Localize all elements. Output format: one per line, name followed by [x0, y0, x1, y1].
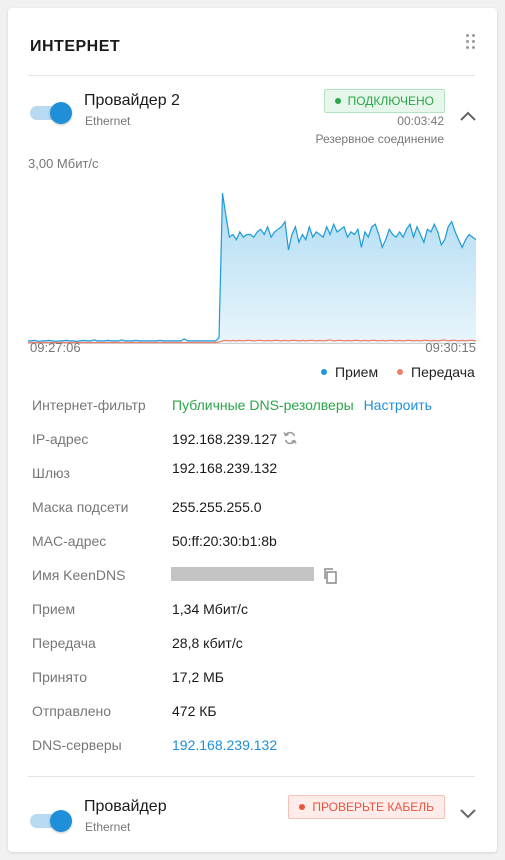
gateway-value: 192.168.239.132 [172, 460, 278, 476]
filter-value: Публичные DNS-резолверы Настроить [172, 397, 432, 413]
legend-tx: Передача [397, 364, 475, 380]
traffic-chart [28, 193, 476, 344]
rx-rate-value: 1,34 Мбит/с [172, 601, 248, 617]
tx-rate-value: 28,8 кбит/с [172, 635, 243, 651]
toggle-knob [50, 102, 72, 124]
legend-tx-dot [397, 369, 403, 375]
keendns-redacted-value [171, 567, 314, 581]
tx-rate-label: Передача [32, 635, 96, 651]
dns-label: DNS-серверы [32, 737, 122, 753]
mac-label: MAC-адрес [32, 533, 107, 549]
status-badge: ПОДКЛЮЧЕНО [323, 89, 445, 113]
connection-role: Резервное соединение [315, 132, 444, 146]
refresh-icon[interactable] [282, 430, 298, 446]
mask-value: 255.255.255.0 [172, 499, 262, 515]
mask-label: Маска подсети [32, 499, 129, 515]
internet-card: ИНТЕРНЕТ Провайдер 2 Ethernet ПОДКЛЮЧЕНО… [8, 8, 497, 852]
legend-rx: Прием [321, 364, 378, 380]
provider-name: Провайдер 2 [84, 92, 180, 109]
status-text: ПОДКЛЮЧЕНО [347, 94, 434, 108]
rx-rate-label: Прием [32, 601, 76, 617]
copy-icon[interactable] [322, 567, 339, 584]
ip-label: IP-адрес [32, 431, 89, 447]
filter-value-link[interactable]: Публичные DNS-резолверы [172, 397, 354, 413]
provider2-name: Провайдер [84, 798, 167, 815]
legend-rx-label: Прием [335, 364, 379, 380]
provider-toggle[interactable] [30, 102, 72, 124]
series-area-0 [28, 193, 476, 343]
chart-y-max-label: 3,00 Мбит/с [28, 156, 99, 171]
mac-value: 50:ff:20:30:b1:8b [172, 533, 277, 549]
tx-total-value: 472 КБ [172, 703, 217, 719]
ip-value: 192.168.239.127 [172, 431, 278, 447]
status-dot [334, 98, 341, 104]
status-text: ПРОВЕРЬТЕ КАБЕЛЬ [312, 800, 434, 814]
rx-total-label: Принято [32, 669, 88, 685]
provider2-type: Ethernet [85, 820, 131, 834]
status-dot [299, 804, 306, 810]
dns-value-link[interactable]: 192.168.239.132 [172, 737, 277, 753]
filter-label: Интернет-фильтр [32, 397, 146, 413]
drag-handle-icon[interactable] [466, 34, 478, 52]
provider-type: Ethernet [85, 114, 131, 128]
chart-x-end-label: 09:30:15 [425, 340, 476, 355]
legend-tx-label: Передача [411, 364, 475, 380]
tx-total-label: Отправлено [32, 703, 112, 719]
legend-rx-dot [321, 369, 327, 375]
gateway-label: Шлюз [32, 465, 70, 481]
toggle-knob [50, 810, 72, 832]
chart-x-start-label: 09:27:06 [30, 340, 81, 355]
divider [28, 75, 475, 76]
keendns-label: Имя KeenDNS [32, 567, 126, 583]
uptime: 00:03:42 [397, 114, 444, 128]
filter-configure-link[interactable]: Настроить [364, 397, 432, 413]
cable-status-badge: ПРОВЕРЬТЕ КАБЕЛЬ [288, 795, 445, 819]
chevron-down-icon[interactable] [458, 804, 478, 824]
provider2-toggle[interactable] [30, 810, 72, 832]
card-title: ИНТЕРНЕТ [30, 38, 121, 55]
divider [28, 776, 475, 777]
chevron-up-icon[interactable] [458, 106, 478, 126]
rx-total-value: 17,2 МБ [172, 669, 224, 685]
